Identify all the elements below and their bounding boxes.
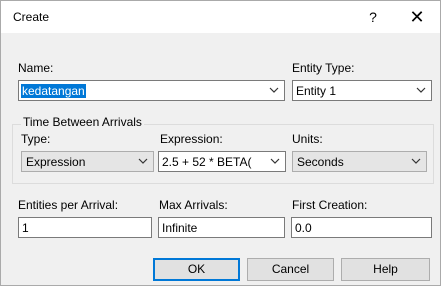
first-creation-label: First Creation: xyxy=(292,198,368,212)
cancel-button[interactable]: Cancel xyxy=(247,258,334,281)
name-value: kedatangan xyxy=(21,84,86,98)
entity-type-label: Entity Type: xyxy=(292,61,355,75)
first-creation-input[interactable]: 0.0 xyxy=(291,217,432,238)
help-icon[interactable]: ? xyxy=(353,4,393,30)
entity-type-combo[interactable]: Entity 1 xyxy=(292,80,432,101)
max-arrivals-input[interactable]: Infinite xyxy=(158,217,285,238)
title-bar: Create ? ✕ xyxy=(1,1,440,33)
expression-value: 2.5 + 52 * BETA( xyxy=(162,155,252,169)
entities-per-arrival-value: 1 xyxy=(22,221,29,235)
units-label: Units: xyxy=(292,132,323,146)
name-label: Name: xyxy=(18,61,54,75)
chevron-down-icon[interactable] xyxy=(415,83,427,97)
type-label: Type: xyxy=(21,132,51,146)
entity-type-value: Entity 1 xyxy=(296,84,337,98)
max-arrivals-value: Infinite xyxy=(162,221,198,235)
chevron-down-icon[interactable] xyxy=(410,154,422,168)
name-combo[interactable]: kedatangan xyxy=(18,80,285,101)
ok-button[interactable]: OK xyxy=(153,258,240,281)
units-combo[interactable]: Seconds xyxy=(292,151,427,172)
create-dialog: Create ? ✕ Name: kedatangan Entity Type:… xyxy=(0,0,441,286)
dialog-title: Create xyxy=(13,10,50,24)
entities-per-arrival-label: Entities per Arrival: xyxy=(18,198,119,212)
type-value: Expression xyxy=(26,155,86,169)
chevron-down-icon[interactable] xyxy=(137,154,149,168)
help-button[interactable]: Help xyxy=(341,258,430,281)
time-between-arrivals-label: Time Between Arrivals xyxy=(21,115,144,129)
units-value: Seconds xyxy=(297,155,344,169)
close-icon[interactable]: ✕ xyxy=(397,4,437,30)
type-combo[interactable]: Expression xyxy=(21,151,154,172)
expression-combo[interactable]: 2.5 + 52 * BETA( xyxy=(158,151,286,172)
chevron-down-icon[interactable] xyxy=(268,83,280,97)
chevron-down-icon[interactable] xyxy=(269,154,281,168)
first-creation-value: 0.0 xyxy=(295,221,312,235)
expression-label: Expression: xyxy=(160,132,223,146)
max-arrivals-label: Max Arrivals: xyxy=(159,198,228,212)
entities-per-arrival-input[interactable]: 1 xyxy=(18,217,152,238)
